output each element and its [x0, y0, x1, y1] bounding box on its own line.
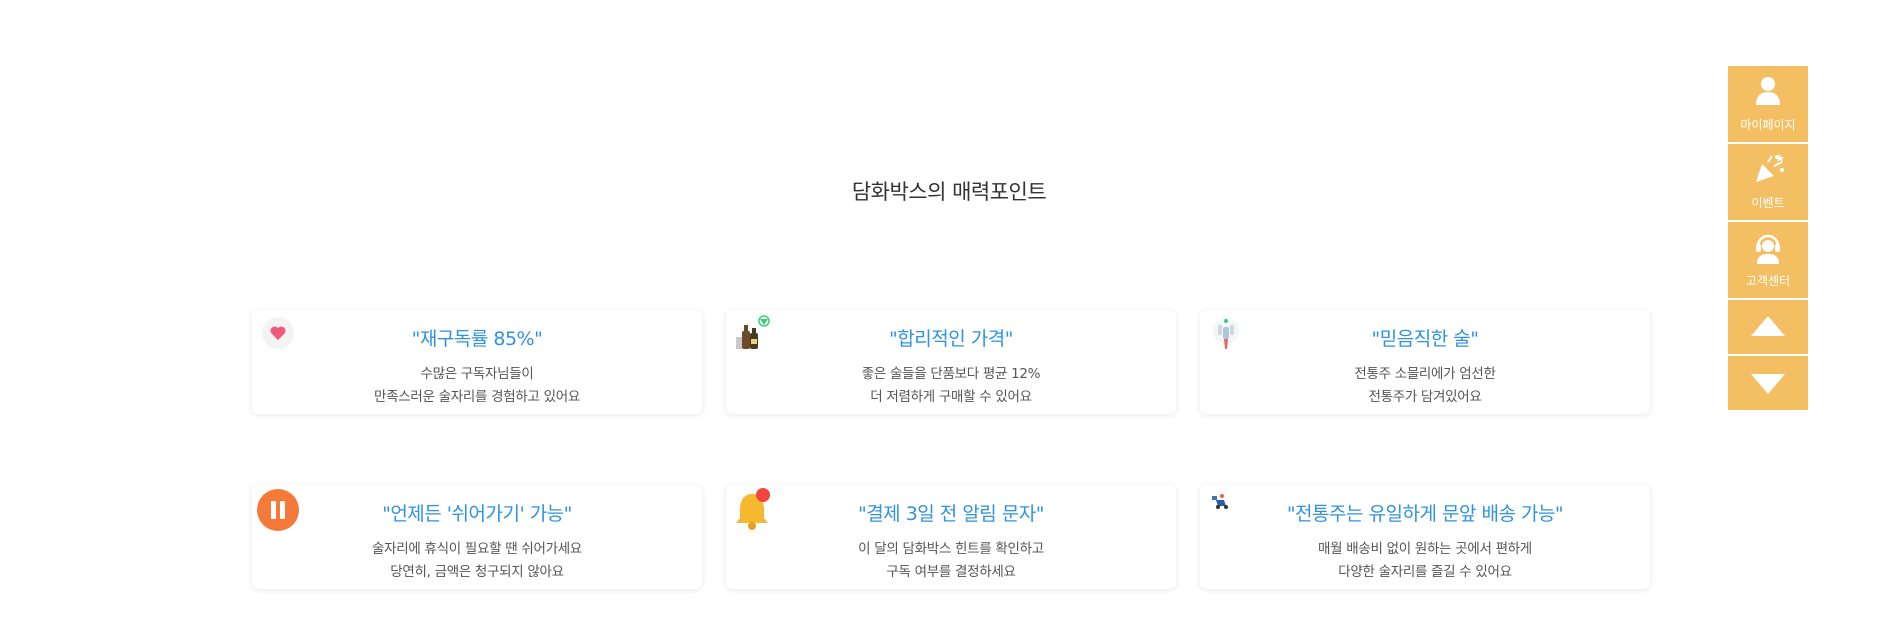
feature-card-notice: "결제 3일 전 알림 문자" 이 달의 담화박스 힌트를 확인하고 구독 여부…	[726, 485, 1176, 589]
quick-menu-event[interactable]: 이벤트	[1728, 144, 1808, 220]
card-desc-line1: 이 달의 담화박스 힌트를 확인하고	[858, 541, 1044, 557]
card-desc-line2: 당연히, 금액은 청구되지 않아요	[390, 564, 564, 580]
page: 담화박스의 매력포인트 "재구독률 85%" 수많은 구독자님들이 만족스러운 …	[0, 0, 1898, 624]
party-popper-icon	[1756, 154, 1784, 182]
card-title: "결제 3일 전 알림 문자"	[857, 503, 1045, 525]
feature-card-price: "합리적인 가격" 좋은 술들을 단품보다 평균 12% 더 저렴하게 구매할 …	[726, 310, 1176, 414]
section-title: 담화박스의 매력포인트	[851, 180, 1047, 204]
card-desc-line1: 매월 배송비 없이 원하는 곳에서 편하게	[1318, 541, 1532, 557]
card-title: "언제든 '쉬어가기' 가능"	[382, 503, 572, 525]
quick-menu-event-label: 이벤트	[1751, 196, 1785, 210]
card-desc-line2: 만족스러운 술자리를 경험하고 있어요	[374, 389, 580, 405]
quick-menu: 마이페이지 이벤트 고객센터	[1728, 66, 1808, 412]
quick-menu-mypage-label: 마이페이지	[1740, 118, 1796, 132]
card-title: "믿음직한 술"	[1371, 328, 1479, 350]
feature-card-trusted: "믿음직한 술" 전통주 소믈리에가 엄선한 전통주가 담겨있어요	[1200, 310, 1650, 414]
card-desc-line1: 전통주 소믈리에가 엄선한	[1354, 366, 1496, 382]
quick-menu-mypage[interactable]: 마이페이지	[1728, 66, 1808, 142]
scroll-down-icon	[1751, 374, 1785, 394]
card-desc-line2: 더 저렴하게 구매할 수 있어요	[870, 389, 1032, 405]
card-title: "재구독률 85%"	[411, 328, 543, 350]
card-title: "합리적인 가격"	[889, 328, 1013, 350]
card-desc-line2: 구독 여부를 결정하세요	[886, 564, 1016, 580]
card-desc-line1: 수많은 구독자님들이	[420, 366, 534, 382]
quick-menu-support-label: 고객센터	[1745, 274, 1791, 288]
quick-menu-support[interactable]: 고객센터	[1728, 222, 1808, 298]
scroll-up-button[interactable]	[1728, 300, 1808, 354]
feature-card-resubscribe: "재구독률 85%" 수많은 구독자님들이 만족스러운 술자리를 경험하고 있어…	[252, 310, 702, 414]
headset-support-icon	[1756, 234, 1780, 264]
card-desc-line1: 술자리에 휴식이 필요할 땐 쉬어가세요	[372, 541, 582, 557]
scroll-down-button[interactable]	[1728, 356, 1808, 410]
person-icon	[1756, 77, 1780, 105]
card-desc-line1: 좋은 술들을 단품보다 평균 12%	[861, 366, 1041, 382]
scroll-up-icon	[1751, 316, 1785, 336]
card-title: "전통주는 유일하게 문앞 배송 가능"	[1286, 503, 1564, 525]
card-desc-line2: 다양한 술자리를 즐길 수 있어요	[1338, 564, 1512, 580]
card-desc-line2: 전통주가 담겨있어요	[1368, 389, 1482, 405]
feature-card-pause: "언제든 '쉬어가기' 가능" 술자리에 휴식이 필요할 땐 쉬어가세요 당연히…	[252, 485, 702, 589]
feature-card-delivery: "전통주는 유일하게 문앞 배송 가능" 매월 배송비 없이 원하는 곳에서 편…	[1200, 485, 1650, 589]
